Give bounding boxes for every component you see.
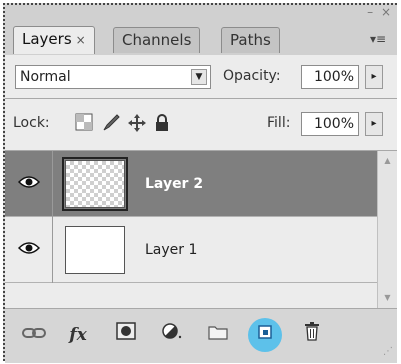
layer-row-layer-1[interactable]: Layer 1 — [5, 217, 377, 283]
tab-paths[interactable]: Paths — [221, 27, 280, 53]
adjustment-layer-icon[interactable] — [157, 321, 187, 349]
resize-grip-icon[interactable]: ⋰ — [383, 346, 393, 357]
lock-move-icon[interactable] — [127, 113, 147, 138]
layer-thumbnail — [65, 226, 125, 274]
opacity-label: Opacity: — [223, 68, 281, 84]
tab-label: Paths — [230, 31, 271, 49]
lock-brush-icon[interactable] — [101, 113, 121, 138]
opacity-input[interactable]: 100% — [301, 65, 359, 89]
layers-panel: – × Layers × Channels Paths ▾≡ Normal ▼ O… — [3, 3, 397, 363]
new-group-icon[interactable] — [203, 321, 233, 349]
lock-label: Lock: — [13, 115, 50, 131]
visibility-eye-icon[interactable] — [5, 217, 53, 283]
layer-row-layer-2[interactable]: Layer 2 — [5, 151, 377, 217]
link-layers-icon[interactable] — [19, 321, 49, 349]
layers-toolbar: fx ⋰ — [5, 309, 397, 363]
tab-label: Layers — [22, 30, 72, 48]
opacity-slider-arrow-icon[interactable]: ▸ — [365, 65, 383, 89]
tab-strip: – × Layers × Channels Paths ▾≡ — [5, 5, 397, 56]
fill-input[interactable]: 100% — [301, 112, 359, 136]
blend-mode-value: Normal — [20, 69, 71, 85]
add-mask-icon[interactable] — [111, 321, 141, 349]
tab-channels[interactable]: Channels — [113, 27, 201, 53]
lock-row: Lock: Fill: 100% ▸ — [5, 99, 397, 151]
close-tab-icon[interactable]: × — [76, 33, 86, 47]
layers-list: Layer 2 Layer 1 ▲ ▼ — [5, 151, 397, 309]
tab-layers[interactable]: Layers × — [13, 26, 95, 54]
lock-transparent-icon[interactable] — [75, 113, 93, 136]
blend-mode-select[interactable]: Normal ▼ — [15, 65, 211, 89]
scroll-up-icon[interactable]: ▲ — [378, 153, 397, 169]
tab-label: Channels — [122, 31, 192, 49]
layer-name[interactable]: Layer 2 — [145, 151, 203, 217]
panel-menu-icon[interactable]: ▾≡ — [367, 31, 389, 47]
scroll-down-icon[interactable]: ▼ — [378, 290, 397, 306]
delete-layer-icon[interactable] — [297, 321, 327, 349]
blend-row: Normal ▼ Opacity: 100% ▸ — [5, 55, 397, 99]
lock-all-icon[interactable] — [153, 113, 171, 138]
fx-style-icon[interactable]: fx — [63, 321, 93, 349]
fill-label: Fill: — [267, 115, 291, 131]
chevron-down-icon[interactable]: ▼ — [191, 69, 207, 85]
new-layer-icon[interactable] — [248, 318, 282, 352]
fill-slider-arrow-icon[interactable]: ▸ — [365, 112, 383, 136]
close-icon[interactable]: × — [381, 5, 391, 19]
layers-scrollbar[interactable]: ▲ ▼ — [377, 151, 397, 308]
window-controls: – × — [363, 5, 391, 19]
layer-thumbnail — [62, 157, 128, 211]
layer-name[interactable]: Layer 1 — [145, 217, 197, 283]
visibility-eye-icon[interactable] — [5, 151, 53, 217]
minimize-icon[interactable]: – — [367, 5, 373, 19]
